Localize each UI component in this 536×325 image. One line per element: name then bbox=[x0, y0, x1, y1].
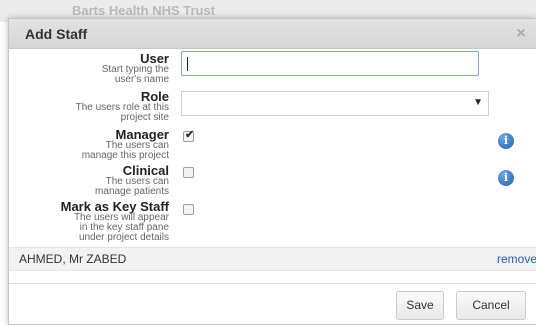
dialog-title: Add Staff bbox=[25, 26, 88, 42]
user-label-group: User Start typing the user's name bbox=[102, 52, 169, 85]
user-row: User Start typing the user's name bbox=[9, 49, 536, 87]
clinical-row: Clinical The users can manage patients i bbox=[9, 164, 536, 200]
chevron-down-icon: ▼ bbox=[473, 97, 483, 108]
manager-row: Manager The users can manage this projec… bbox=[9, 127, 536, 163]
close-icon[interactable]: × bbox=[510, 23, 532, 45]
manager-label-group: Manager The users can manage this projec… bbox=[82, 128, 169, 161]
background-org-name: Barts Health NHS Trust bbox=[72, 3, 216, 18]
key-staff-row: Mark as Key Staff The users will appear … bbox=[9, 200, 536, 246]
role-select[interactable]: ▼ bbox=[181, 91, 489, 116]
user-search-input[interactable] bbox=[181, 51, 479, 76]
text-caret bbox=[187, 57, 188, 71]
clinical-checkbox[interactable] bbox=[183, 167, 194, 178]
clinical-label-group: Clinical The users can manage patients bbox=[95, 164, 169, 197]
staff-name: AHMED, Mr ZABED bbox=[19, 252, 127, 266]
info-icon[interactable]: i bbox=[498, 133, 514, 149]
dialog-titlebar: Add Staff × bbox=[9, 19, 536, 49]
key-staff-checkbox[interactable] bbox=[183, 204, 194, 215]
remove-link[interactable]: remove bbox=[497, 252, 536, 266]
key-staff-hint-3: under project details bbox=[78, 232, 169, 243]
clinical-hint-2: manage patients bbox=[95, 186, 169, 197]
checkmark-icon: ✔ bbox=[185, 129, 195, 141]
info-icon[interactable]: i bbox=[498, 170, 514, 186]
manager-checkbox[interactable]: ✔ bbox=[183, 129, 195, 142]
role-hint-2: project site bbox=[120, 112, 169, 123]
cancel-button[interactable]: Cancel bbox=[456, 291, 526, 320]
role-row: Role The users role at this project site… bbox=[9, 89, 536, 127]
manager-hint-2: manage this project bbox=[81, 150, 169, 161]
key-staff-label-group: Mark as Key Staff The users will appear … bbox=[61, 200, 169, 243]
add-staff-dialog: Add Staff × User Start typing the user's… bbox=[8, 18, 536, 325]
list-item: AHMED, Mr ZABED remove bbox=[9, 247, 536, 271]
divider bbox=[9, 283, 536, 284]
role-label-group: Role The users role at this project site bbox=[76, 90, 169, 123]
save-button[interactable]: Save bbox=[396, 291, 444, 320]
user-hint-2: user's name bbox=[114, 74, 169, 85]
